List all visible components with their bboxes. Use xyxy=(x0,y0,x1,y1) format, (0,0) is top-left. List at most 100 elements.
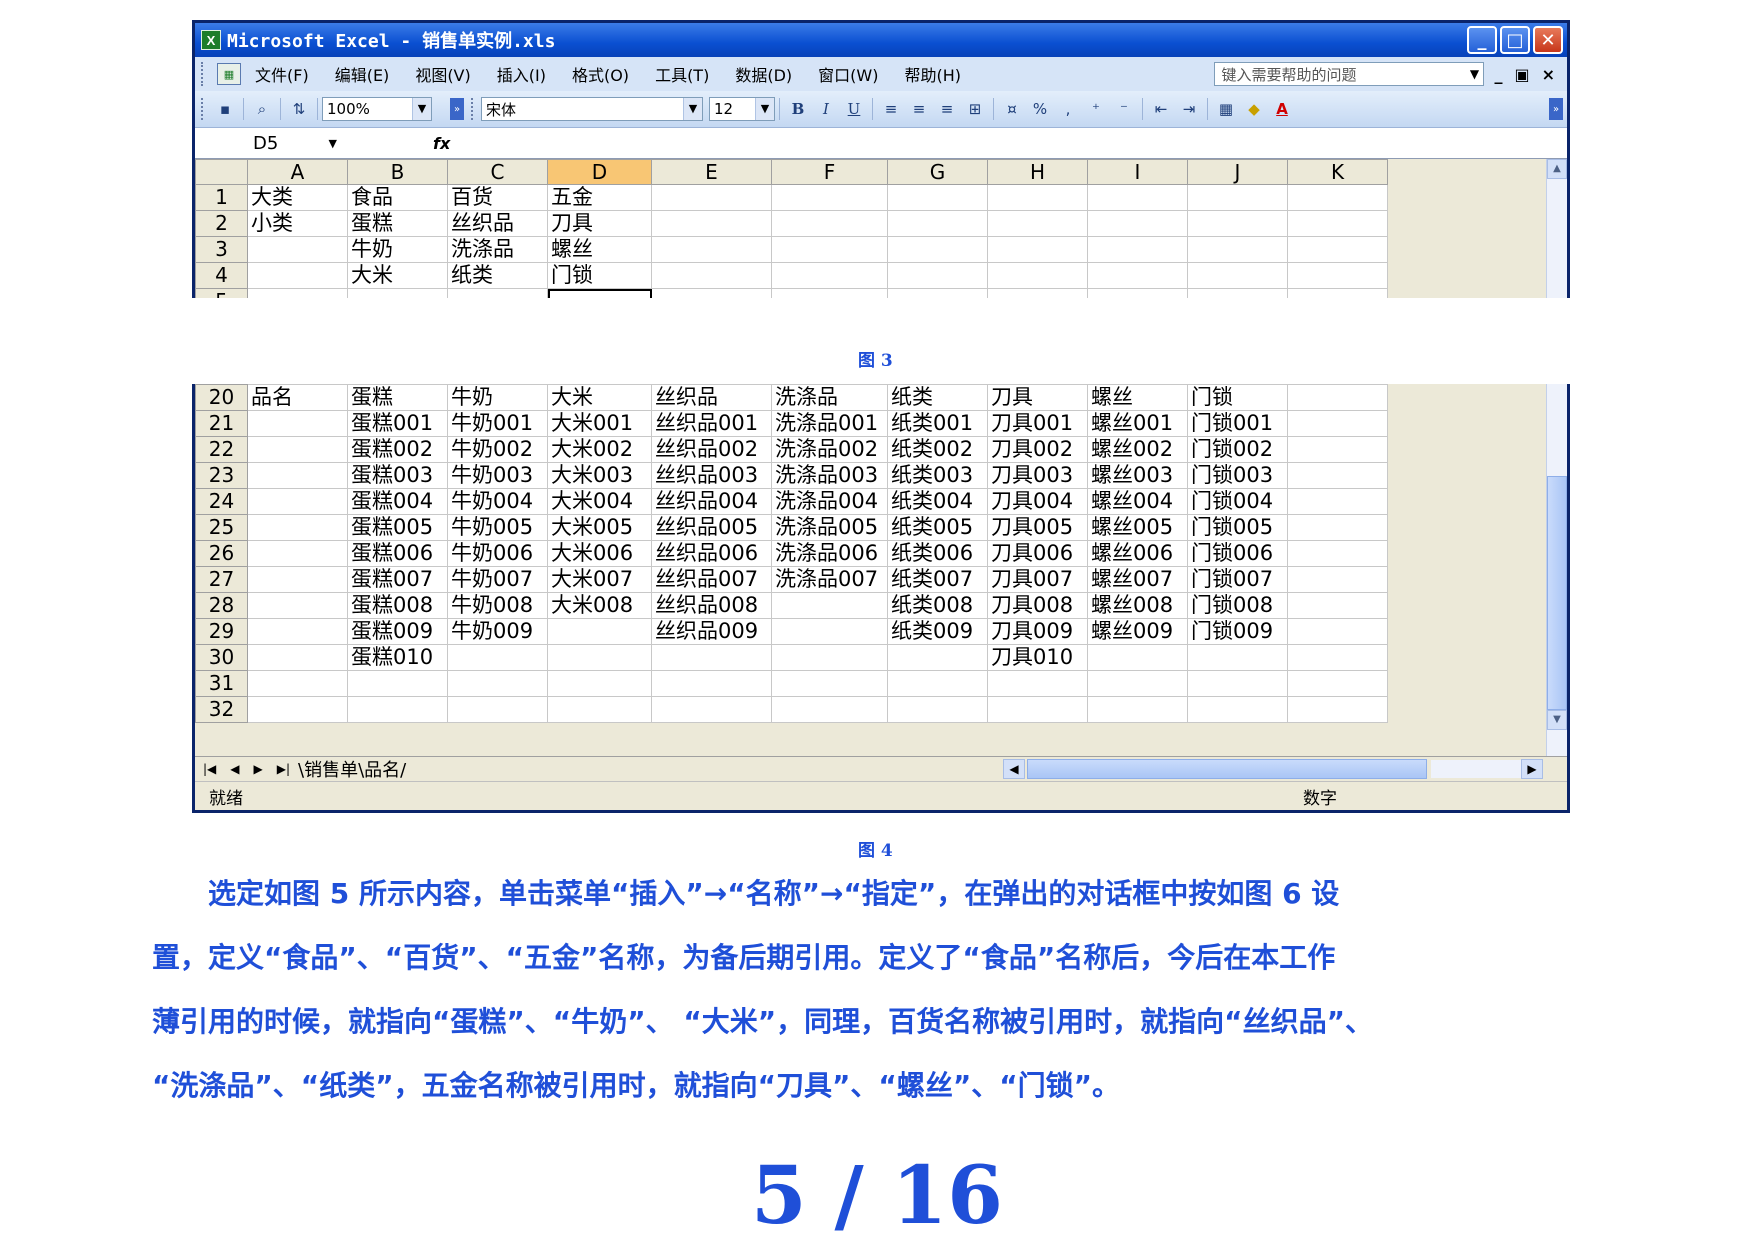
column-header-h[interactable]: H xyxy=(987,159,1088,185)
cell[interactable]: 蛋糕009 xyxy=(347,618,448,645)
row-header[interactable]: 31 xyxy=(195,670,248,697)
scroll-left-icon[interactable]: ◀ xyxy=(1003,759,1025,779)
cell[interactable]: 蛋糕004 xyxy=(347,488,448,515)
cell[interactable]: 大米003 xyxy=(547,462,652,489)
cell[interactable]: 纸类002 xyxy=(887,436,988,463)
cell[interactable]: 丝织品002 xyxy=(651,436,772,463)
cell[interactable] xyxy=(247,514,348,541)
cell[interactable] xyxy=(1087,696,1188,723)
cell[interactable] xyxy=(771,184,888,211)
row-header[interactable]: 29 xyxy=(195,618,248,645)
cell[interactable]: 牛奶005 xyxy=(447,514,548,541)
cell[interactable] xyxy=(1087,184,1188,211)
workbook-icon[interactable]: ▦ xyxy=(217,63,241,85)
cell[interactable]: 蛋糕008 xyxy=(347,592,448,619)
cell[interactable] xyxy=(771,236,888,263)
currency-icon[interactable]: ¤ xyxy=(1001,98,1023,120)
cell[interactable]: 纸类 xyxy=(447,262,548,289)
bold-button[interactable]: B xyxy=(787,98,809,120)
column-header-d[interactable]: D xyxy=(547,159,652,185)
scroll-right-icon[interactable]: ▶ xyxy=(1521,759,1543,779)
cell[interactable]: 牛奶008 xyxy=(447,592,548,619)
cell[interactable] xyxy=(887,262,988,289)
cell[interactable]: 丝织品008 xyxy=(651,592,772,619)
cell[interactable] xyxy=(1187,670,1288,697)
menu-edit[interactable]: 编辑(E) xyxy=(335,62,390,86)
cell[interactable]: 螺丝004 xyxy=(1087,488,1188,515)
prev-sheet-icon[interactable]: ◀ xyxy=(230,762,239,776)
cell[interactable]: 螺丝008 xyxy=(1087,592,1188,619)
menu-help[interactable]: 帮助(H) xyxy=(904,62,961,86)
column-header-i[interactable]: I xyxy=(1087,159,1188,185)
cell[interactable] xyxy=(1187,184,1288,211)
toolbar-grip[interactable] xyxy=(201,98,207,120)
horizontal-scrollbar[interactable]: ◀ ▶ xyxy=(1003,759,1543,779)
menu-tools[interactable]: 工具(T) xyxy=(655,62,709,86)
cell[interactable] xyxy=(247,462,348,489)
fill-color-icon[interactable]: ◆ xyxy=(1243,98,1265,120)
vertical-scrollbar[interactable]: ▲ xyxy=(1546,159,1567,298)
cell[interactable] xyxy=(247,288,348,298)
cell[interactable]: 牛奶007 xyxy=(447,566,548,593)
cell[interactable]: 螺丝009 xyxy=(1087,618,1188,645)
cell[interactable] xyxy=(771,696,888,723)
cell[interactable] xyxy=(547,670,652,697)
cell[interactable]: 洗涤品003 xyxy=(771,462,888,489)
decrease-decimal-icon[interactable]: ⁻ xyxy=(1113,98,1135,120)
cell[interactable]: 门锁004 xyxy=(1187,488,1288,515)
row-header[interactable]: 22 xyxy=(195,436,248,463)
cell[interactable]: 刀具003 xyxy=(987,462,1088,489)
menu-file[interactable]: 文件(F) xyxy=(255,62,309,86)
increase-decimal-icon[interactable]: ⁺ xyxy=(1085,98,1107,120)
select-all-corner[interactable] xyxy=(195,159,248,185)
column-header-f[interactable]: F xyxy=(771,159,888,185)
cell[interactable] xyxy=(347,696,448,723)
save-icon[interactable]: ▪ xyxy=(214,98,236,120)
cell[interactable] xyxy=(987,262,1088,289)
cell[interactable]: 洗涤品006 xyxy=(771,540,888,567)
underline-button[interactable]: U xyxy=(843,98,865,120)
cell[interactable]: 螺丝002 xyxy=(1087,436,1188,463)
maximize-button[interactable]: □ xyxy=(1500,26,1530,54)
menu-insert[interactable]: 插入(I) xyxy=(497,62,546,86)
increase-indent-icon[interactable]: ⇥ xyxy=(1178,98,1200,120)
cell[interactable]: 丝织品006 xyxy=(651,540,772,567)
cell[interactable]: 牛奶 xyxy=(347,236,448,263)
row-header[interactable]: 25 xyxy=(195,514,248,541)
row-header[interactable]: 24 xyxy=(195,488,248,515)
cell[interactable]: 牛奶003 xyxy=(447,462,548,489)
cell[interactable] xyxy=(1087,262,1188,289)
cell[interactable] xyxy=(247,236,348,263)
row-header[interactable]: 3 xyxy=(195,236,248,263)
cell[interactable] xyxy=(1287,436,1388,463)
cell[interactable]: 螺丝 xyxy=(1087,384,1188,411)
cell[interactable]: 螺丝003 xyxy=(1087,462,1188,489)
workbook-minimize-button[interactable]: _ xyxy=(1494,65,1502,84)
cell[interactable]: 蛋糕 xyxy=(347,384,448,411)
menu-format[interactable]: 格式(O) xyxy=(572,62,629,86)
cell[interactable] xyxy=(771,618,888,645)
cell[interactable]: 刀具009 xyxy=(987,618,1088,645)
cell[interactable]: 纸类006 xyxy=(887,540,988,567)
cell[interactable]: 刀具008 xyxy=(987,592,1088,619)
cell[interactable] xyxy=(771,592,888,619)
cell[interactable]: 百货 xyxy=(447,184,548,211)
cell[interactable] xyxy=(887,210,988,237)
cell[interactable] xyxy=(887,236,988,263)
chevron-down-icon[interactable]: ▼ xyxy=(755,98,774,120)
cell[interactable]: 蛋糕001 xyxy=(347,410,448,437)
cell[interactable]: 蛋糕010 xyxy=(347,644,448,671)
cell[interactable]: 大米 xyxy=(547,384,652,411)
chevron-down-icon[interactable]: ▼ xyxy=(683,98,702,120)
cell[interactable]: 洗涤品 xyxy=(447,236,548,263)
cell[interactable] xyxy=(1087,644,1188,671)
cell[interactable] xyxy=(547,696,652,723)
print-preview-icon[interactable]: ⌕ xyxy=(251,98,273,120)
toolbar-grip[interactable] xyxy=(471,98,477,120)
cell[interactable] xyxy=(1187,236,1288,263)
cell[interactable]: 刀具005 xyxy=(987,514,1088,541)
cell[interactable]: 大米 xyxy=(347,262,448,289)
cell[interactable]: 洗涤品001 xyxy=(771,410,888,437)
cell[interactable]: 刀具 xyxy=(547,210,652,237)
row-header[interactable]: 2 xyxy=(195,210,248,237)
